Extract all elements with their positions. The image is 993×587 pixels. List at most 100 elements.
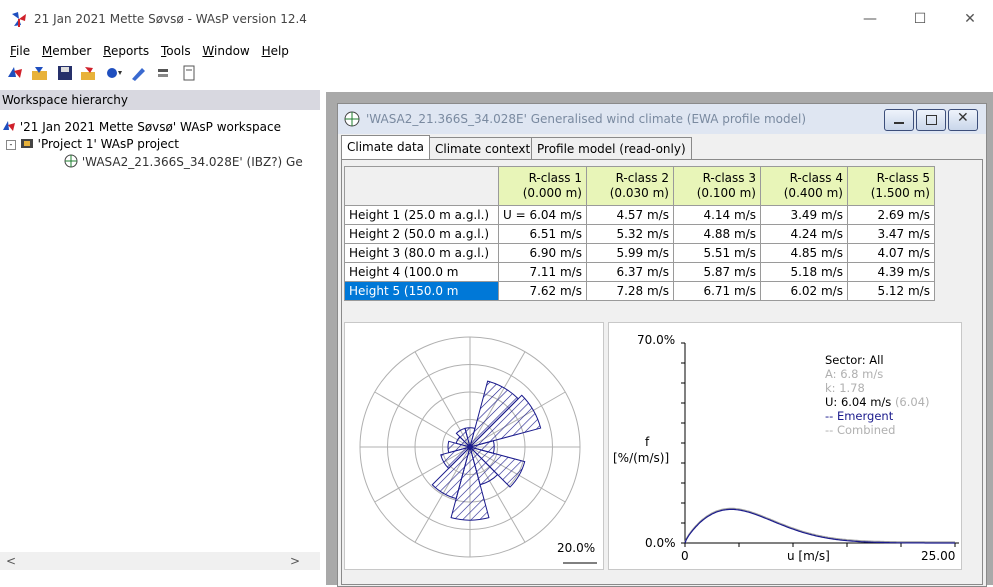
menu-reports[interactable]: Reports [99,40,153,62]
grid-cell[interactable]: 4.88 m/s [672,224,761,244]
legend-weibull-k: k: 1.78 [825,381,865,395]
add-item-icon[interactable] [105,65,123,81]
generalised-wind-climate-icon [344,111,360,127]
grid-cell[interactable]: 7.28 m/s [585,281,674,301]
legend-mean-speed-emergent: U: 6.04 m/s [825,395,892,409]
tree-item-project-label: 'Project 1' WAsP project [37,137,179,151]
insert-member-icon[interactable] [80,65,98,81]
grid-cell[interactable]: 6.90 m/s [498,243,587,263]
grid-cell[interactable]: 5.12 m/s [846,281,935,301]
maximize-button[interactable]: ☐ [900,8,940,30]
row-header[interactable]: Height 4 (100.0 m [344,262,499,282]
save-icon[interactable] [56,65,74,81]
scroll-right-icon[interactable]: > [290,554,300,568]
row-header-selected[interactable]: Height 5 (150.0 m [344,281,499,301]
column-header-rclass-3[interactable]: R-class 3 (0.100 m) [672,166,761,206]
grid-cell[interactable]: 6.02 m/s [759,281,848,301]
grid-cell[interactable]: 4.57 m/s [585,205,674,225]
project-icon [20,139,33,148]
column-header-label: R-class 3 [702,171,756,185]
column-header-roughness: (1.500 m) [870,186,930,200]
tree-item-workspace[interactable]: '21 Jan 2021 Mette Søvsø' WAsP workspace [2,120,281,134]
column-header-rclass-1[interactable]: R-class 1 (0.000 m) [498,166,587,206]
grid-cell[interactable]: 4.14 m/s [672,205,761,225]
menu-file[interactable]: File [6,40,34,62]
tool-icon[interactable] [155,65,173,81]
tab-profile-model[interactable]: Profile model (read-only) [531,137,692,160]
minimize-button[interactable]: — [850,8,890,30]
grid-cell[interactable]: 7.11 m/s [498,262,587,282]
edit-icon[interactable] [130,65,148,81]
table-row[interactable]: Height 1 (25.0 m a.g.l.) U = 6.04 m/s 4.… [344,205,935,225]
grid-cell[interactable]: 6.71 m/s [672,281,761,301]
grid-cell[interactable]: 5.99 m/s [585,243,674,263]
legend-emergent: -- Emergent [825,409,894,423]
scroll-left-icon[interactable]: < [6,554,16,568]
grid-cell[interactable]: 6.37 m/s [585,262,674,282]
grid-cell[interactable]: 4.39 m/s [846,262,935,282]
tree-item-project[interactable]: - 'Project 1' WAsP project [6,137,179,151]
grid-cell[interactable]: 6.51 m/s [498,224,587,244]
generalised-wind-climate-window: 'WASA2_21.366S_34.028E' Generalised wind… [337,103,987,587]
tree-item-climate-label: 'WASA2_21.366S_34.028E' (IBZ?) Ge [81,155,303,169]
legend-sector: Sector: All [825,353,884,367]
grid-cell[interactable]: 7.62 m/s [498,281,587,301]
column-header-rclass-4[interactable]: R-class 4 (0.400 m) [759,166,848,206]
grid-cell[interactable]: 3.49 m/s [759,205,848,225]
grid-corner [344,166,499,206]
column-header-label: R-class 5 [876,171,930,185]
table-row[interactable]: Height 4 (100.0 m 7.11 m/s 6.37 m/s 5.87… [344,262,935,282]
column-header-label: R-class 2 [615,171,669,185]
menu-tools[interactable]: Tools [157,40,195,62]
toolbar [6,65,201,87]
column-header-rclass-2[interactable]: R-class 2 (0.030 m) [585,166,674,206]
title-bar: 21 Jan 2021 Mette Søvsø - WAsP version 1… [0,0,993,40]
open-workspace-icon[interactable] [31,65,49,81]
menu-help[interactable]: Help [258,40,293,62]
child-title-bar: 'WASA2_21.366S_34.028E' Generalised wind… [338,104,986,134]
rose-center-dot [467,444,473,450]
child-window-title: 'WASA2_21.366S_34.028E' Generalised wind… [366,112,807,126]
grid-cell[interactable]: 4.85 m/s [759,243,848,263]
tab-climate-data[interactable]: Climate data [341,135,431,160]
menu-member[interactable]: Member [38,40,95,62]
grid-cell[interactable]: U = 6.04 m/s [498,205,587,225]
y-axis-min-label: 0.0% [645,536,676,550]
document-icon[interactable] [180,65,198,81]
tree-item-climate[interactable]: 'WASA2_21.366S_34.028E' (IBZ?) Ge [64,154,303,169]
column-header-label: R-class 4 [789,171,843,185]
grid-cell[interactable]: 4.07 m/s [846,243,935,263]
generalised-wind-climate-icon [64,154,78,168]
grid-cell[interactable]: 5.51 m/s [672,243,761,263]
x-axis-min-label: 0 [681,549,689,563]
grid-cell[interactable]: 5.87 m/s [672,262,761,282]
child-minimize-button[interactable] [884,109,914,131]
table-row[interactable]: Height 2 (50.0 m a.g.l.) 6.51 m/s 5.32 m… [344,224,935,244]
tab-climate-context[interactable]: Climate context [429,137,537,160]
row-header[interactable]: Height 2 (50.0 m a.g.l.) [344,224,499,244]
grid-cell[interactable]: 4.24 m/s [759,224,848,244]
window-title: 21 Jan 2021 Mette Søvsø - WAsP version 1… [34,12,307,26]
table-row[interactable]: Height 3 (80.0 m a.g.l.) 6.90 m/s 5.99 m… [344,243,935,263]
column-header-rclass-5[interactable]: R-class 5 (1.500 m) [846,166,935,206]
grid-cell[interactable]: 3.47 m/s [846,224,935,244]
column-header-roughness: (0.000 m) [522,186,582,200]
collapse-icon[interactable]: - [6,140,16,150]
tree-item-workspace-label: '21 Jan 2021 Mette Søvsø' WAsP workspace [19,120,281,134]
table-row[interactable]: Height 5 (150.0 m 7.62 m/s 7.28 m/s 6.71… [344,281,935,301]
close-button[interactable]: ✕ [950,8,990,30]
grid-cell[interactable]: 2.69 m/s [846,205,935,225]
menu-window[interactable]: Window [198,40,253,62]
row-header[interactable]: Height 3 (80.0 m a.g.l.) [344,243,499,263]
wind-rose-svg [359,336,597,564]
row-header[interactable]: Height 1 (25.0 m a.g.l.) [344,205,499,225]
grid-cell[interactable]: 5.32 m/s [585,224,674,244]
column-header-roughness: (0.100 m) [696,186,756,200]
child-close-button[interactable]: ✕ [948,109,978,131]
horizontal-scrollbar[interactable]: < > [0,552,320,570]
new-workspace-icon[interactable] [6,65,24,81]
legend-mean-speed-combined: (6.04) [894,395,930,409]
child-restore-button[interactable] [916,109,946,131]
grid-cell[interactable]: 5.18 m/s [759,262,848,282]
workspace-icon [3,121,15,131]
